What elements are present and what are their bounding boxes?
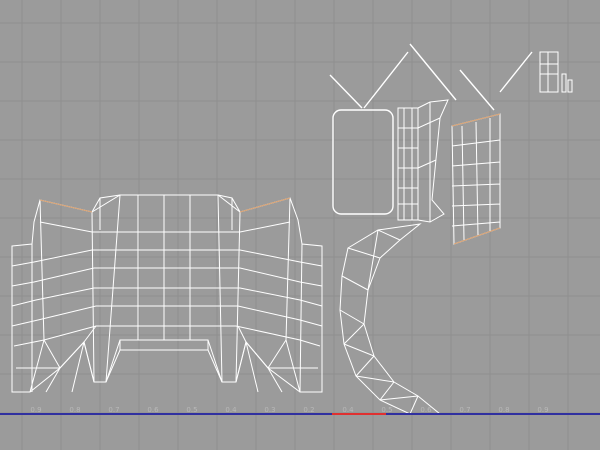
u-axis-tick-label: 0.4: [342, 406, 354, 414]
car-roof-uv-island[interactable]: [329, 43, 533, 215]
car-side-strip-uv-island[interactable]: [397, 99, 449, 223]
uv-wireframe-canvas[interactable]: [0, 0, 600, 450]
u-axis-tick-label: 0.7: [108, 406, 120, 414]
u-axis-tick-label: 0.3: [264, 406, 276, 414]
u-axis-tick-label: 0.8: [69, 406, 81, 414]
uv-editor-viewport[interactable]: 0.9 0.8 0.7 0.6 0.5 0.4 0.3 0.2 0.4 0.5 0.6 0.7 0.8 0…: [0, 0, 600, 450]
u-axis-tick-label: 0.7: [459, 406, 471, 414]
u-axis-tick-label: 0.4: [225, 406, 237, 414]
car-body-uv-island[interactable]: [11, 194, 323, 393]
car-small-parts-uv-island[interactable]: [539, 51, 573, 93]
u-axis-tick-label: 0.9: [30, 406, 42, 414]
car-bumper-uv-island[interactable]: [339, 223, 442, 415]
seam-edges-left: [39, 197, 291, 213]
u-axis-tick-label: 0.8: [498, 406, 510, 414]
u-axis-tick-label: 0.5: [381, 406, 393, 414]
u-axis-tick-label: 0.6: [147, 406, 159, 414]
u-axis-tick-label: 0.6: [420, 406, 432, 414]
u-axis-tick-label: 0.2: [303, 406, 315, 414]
u-axis-tick-label: 0.9: [537, 406, 549, 414]
u-axis-tick-label: 0.5: [186, 406, 198, 414]
